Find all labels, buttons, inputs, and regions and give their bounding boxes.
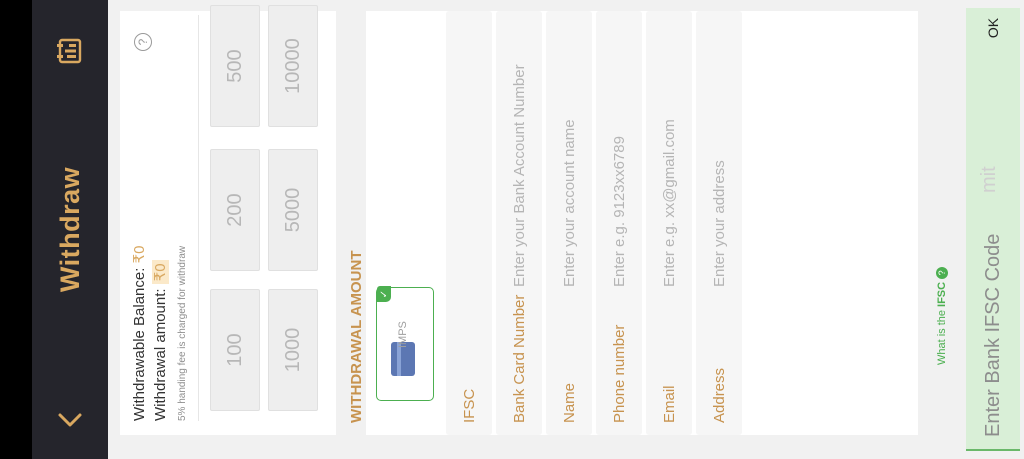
payment-method-imps[interactable]: ✓ IMPS <box>376 286 434 401</box>
field-bank-card-number: Bank Card Number <box>496 11 542 435</box>
email-input[interactable] <box>654 27 684 287</box>
question-icon: ? <box>936 266 948 279</box>
app-screen: Withdraw Withdrawable Balance: ₹0 Withdr… <box>0 0 1024 459</box>
ifsc-entry-bar: mit OK <box>966 8 1020 451</box>
amount-option-100[interactable]: 100 <box>210 289 260 411</box>
check-icon: ✓ <box>377 286 391 302</box>
bank-card-number-input[interactable] <box>504 27 534 287</box>
ifsc-help-link[interactable]: What is the IFSC ? <box>936 266 948 365</box>
withdrawal-amount: Withdrawal amount: ₹0 <box>151 260 169 421</box>
phone-number-input[interactable] <box>604 27 634 287</box>
field-label: Bank Card Number <box>510 294 528 423</box>
ifsc-entry-trailing-text: mit <box>978 166 1000 193</box>
field-label: Phone number <box>610 324 628 423</box>
withdrawal-form: WITHDRAWAL AMOUNT ✓ IMPS IFSC Bank Card … <box>348 11 918 435</box>
field-phone-number: Phone number <box>596 11 642 435</box>
field-label: Name <box>560 382 578 423</box>
name-input[interactable] <box>554 27 584 287</box>
amount-option-5000[interactable]: 5000 <box>268 149 318 271</box>
amount-option-500[interactable]: 500 <box>210 5 260 127</box>
withdrawal-amount-value: ₹0 <box>152 260 169 285</box>
withdrawal-amount-label: Withdrawal amount: <box>152 288 169 421</box>
field-email: Email <box>646 11 692 435</box>
rotated-viewport: Withdraw Withdrawable Balance: ₹0 Withdr… <box>0 0 1024 459</box>
field-label: Address <box>710 367 728 423</box>
amount-option-200[interactable]: 200 <box>210 149 260 271</box>
divider <box>198 15 199 421</box>
field-label: Email <box>660 385 678 423</box>
field-address: Address <box>696 11 742 435</box>
field-name: Name <box>546 11 592 435</box>
ifsc-help-term: IFSC <box>936 281 948 307</box>
withdrawable-balance: Withdrawable Balance: ₹0 <box>130 246 148 421</box>
amount-option-1000[interactable]: 1000 <box>268 289 318 411</box>
field-ifsc: IFSC <box>446 11 492 435</box>
ok-button[interactable]: OK <box>978 11 1008 45</box>
fee-note: 5% handing fee is charged for withdraw <box>177 245 188 421</box>
address-input[interactable] <box>704 27 734 287</box>
withdrawable-balance-label: Withdrawable Balance: <box>131 267 148 421</box>
amount-option-10000[interactable]: 10000 <box>268 5 318 127</box>
section-title: WITHDRAWAL AMOUNT <box>348 250 365 423</box>
ifsc-code-input[interactable] <box>976 97 1010 437</box>
status-strip <box>0 0 32 459</box>
ifsc-help-prefix: What is the <box>936 309 948 365</box>
balance-card: Withdrawable Balance: ₹0 Withdrawal amou… <box>120 5 336 435</box>
field-label: IFSC <box>460 388 478 423</box>
withdrawable-balance-value: ₹0 <box>131 245 148 264</box>
help-icon[interactable]: ? <box>134 33 152 51</box>
receipt-icon[interactable] <box>50 31 90 71</box>
payment-method-label: IMPS <box>397 321 409 348</box>
header-bar: Withdraw <box>32 0 108 459</box>
